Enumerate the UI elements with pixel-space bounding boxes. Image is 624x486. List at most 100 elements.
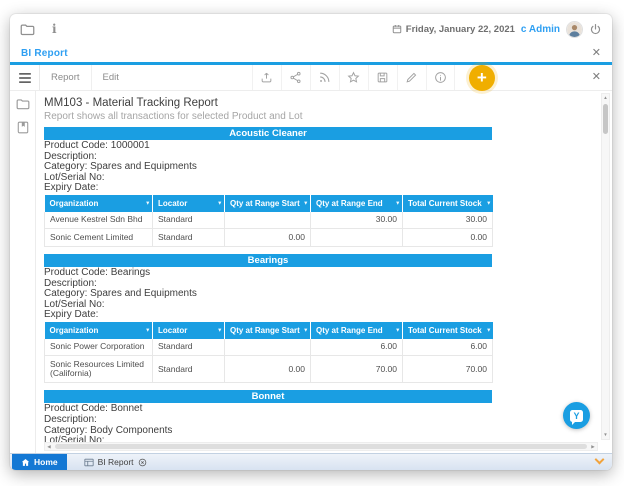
table-cell: Avenue Kestrel Sdn Bhd [45,212,153,229]
column-header[interactable]: Qty at Range Start▾ [225,322,311,339]
sort-arrow-icon[interactable]: ▾ [305,327,308,333]
column-header[interactable]: Total Current Stock▾ [403,195,493,212]
table-cell: Standard [153,212,225,229]
report-title: MM103 - Material Tracking Report [44,97,596,109]
detail-line: Product Code: 1000001 [44,141,596,152]
home-icon [21,458,30,467]
date-display: Friday, January 22, 2021 [392,24,515,35]
horizontal-scroll-thumb[interactable] [55,444,587,449]
app-window: i Friday, January 22, 2021 c Admin [10,14,612,470]
close-window-icon[interactable]: ✕ [592,48,601,59]
menu-report[interactable]: Report [40,65,91,90]
scroll-up-icon[interactable]: ▲ [602,95,608,100]
sort-arrow-icon[interactable]: ▾ [487,200,490,206]
column-header[interactable]: Locator▾ [153,322,225,339]
scroll-right-icon[interactable]: ▶ [589,444,596,449]
app-body: MM103 - Material Tracking Report Report … [10,91,612,453]
detail-line: Product Code: Bearings [44,268,596,279]
sort-arrow-icon[interactable]: ▾ [219,200,222,206]
detail-line: Lot/Serial No: [44,300,596,311]
column-header[interactable]: Qty at Range Start▾ [225,195,311,212]
calendar-icon [392,24,402,34]
section-header: Acoustic Cleaner [44,127,492,140]
column-header[interactable]: Organization▾ [45,322,153,339]
sidebar [10,91,36,453]
export-icon[interactable] [252,65,281,90]
info-icon[interactable]: i [52,22,57,36]
column-header[interactable]: Locator▾ [153,195,225,212]
menu-edit[interactable]: Edit [91,65,130,90]
vertical-scroll-thumb[interactable] [603,104,608,134]
sort-arrow-icon[interactable]: ▾ [147,327,150,333]
table-cell: Standard [153,339,225,356]
report-subtitle: Report shows all transactions for select… [44,111,596,122]
avatar[interactable] [566,21,583,38]
table-cell: Sonic Cement Limited [45,229,153,247]
detail-line: Lot/Serial No: [44,173,596,184]
sort-arrow-icon[interactable]: ▾ [219,327,222,333]
close-report-icon[interactable]: ✕ [581,65,612,90]
scroll-left-icon[interactable]: ◀ [45,444,52,449]
table-header-row: Organization▾Locator▾Qty at Range Start▾… [45,322,493,339]
save-icon[interactable] [368,65,397,90]
table-cell: 30.00 [311,212,403,229]
share-icon[interactable] [281,65,310,90]
table-cell: Sonic Power Corporation [45,339,153,356]
horizontal-scrollbar[interactable]: ◀ ▶ [44,442,598,451]
info-circle-icon[interactable] [426,65,455,90]
data-table: Organization▾Locator▾Qty at Range Start▾… [44,195,493,247]
table-row: Sonic Power CorporationStandard6.006.00 [45,339,493,356]
table-cell: Sonic Resources Limited (California) [45,356,153,383]
product-details: Product Code: BearingsDescription:Catego… [44,268,596,321]
table-row: Sonic Cement LimitedStandard0.000.00 [45,229,493,247]
add-button[interactable]: + [469,65,495,91]
title-bar: i Friday, January 22, 2021 c Admin [10,14,612,44]
detail-line: Category: Body Components [44,426,596,437]
report-section: Bearings Product Code: BearingsDescripti… [44,254,596,383]
sort-arrow-icon[interactable]: ▾ [147,200,150,206]
tab-close-icon[interactable] [138,458,147,467]
section-header: Bonnet [44,390,492,403]
detail-line: Category: Spares and Equipments [44,162,596,173]
table-cell: 30.00 [403,212,493,229]
detail-line: Product Code: Bonnet [44,404,596,415]
report-section: Acoustic Cleaner Product Code: 1000001De… [44,127,596,247]
product-details: Product Code: 1000001Description:Categor… [44,141,596,194]
power-icon[interactable] [589,23,602,36]
table-cell: 0.00 [225,356,311,383]
column-header[interactable]: Organization▾ [45,195,153,212]
chat-button[interactable]: Y [563,402,590,429]
report-section: Bonnet Product Code: BonnetDescription:C… [44,390,596,446]
table-row: Avenue Kestrel Sdn BhdStandard 30.0030.00 [45,212,493,229]
hamburger-menu-icon[interactable] [10,65,40,90]
folder-icon[interactable] [20,23,35,36]
star-icon[interactable] [339,65,368,90]
report-body: Acoustic Cleaner Product Code: 1000001De… [44,127,596,447]
reports-folder-icon[interactable] [16,98,30,110]
user-menu[interactable]: c Admin [521,24,560,35]
feed-icon[interactable] [310,65,339,90]
table-cell [225,212,311,229]
sort-arrow-icon[interactable]: ▾ [397,327,400,333]
table-cell: 6.00 [311,339,403,356]
edit-pencil-icon[interactable] [397,65,426,90]
table-cell: 70.00 [403,356,493,383]
column-header[interactable]: Total Current Stock▾ [403,322,493,339]
column-header[interactable]: Qty at Range End▾ [311,195,403,212]
page-title: BI Report [21,48,68,59]
taskbar-tab-home[interactable]: Home [12,454,67,470]
sort-arrow-icon[interactable]: ▾ [397,200,400,206]
toolbar: Report Edit [10,65,612,91]
sort-arrow-icon[interactable]: ▾ [305,200,308,206]
taskbar-tab-bi-report[interactable]: BI Report [75,454,156,470]
table-cell: 0.00 [403,229,493,247]
sort-arrow-icon[interactable]: ▾ [487,327,490,333]
scroll-down-icon[interactable]: ▼ [602,432,608,437]
expand-chevron-icon[interactable] [595,455,605,465]
table-cell: 0.00 [225,229,311,247]
bookmark-icon[interactable] [17,121,29,134]
column-header[interactable]: Qty at Range End▾ [311,322,403,339]
vertical-scrollbar[interactable]: ▲ ▼ [601,93,610,440]
table-cell: Standard [153,229,225,247]
table-cell: Standard [153,356,225,383]
